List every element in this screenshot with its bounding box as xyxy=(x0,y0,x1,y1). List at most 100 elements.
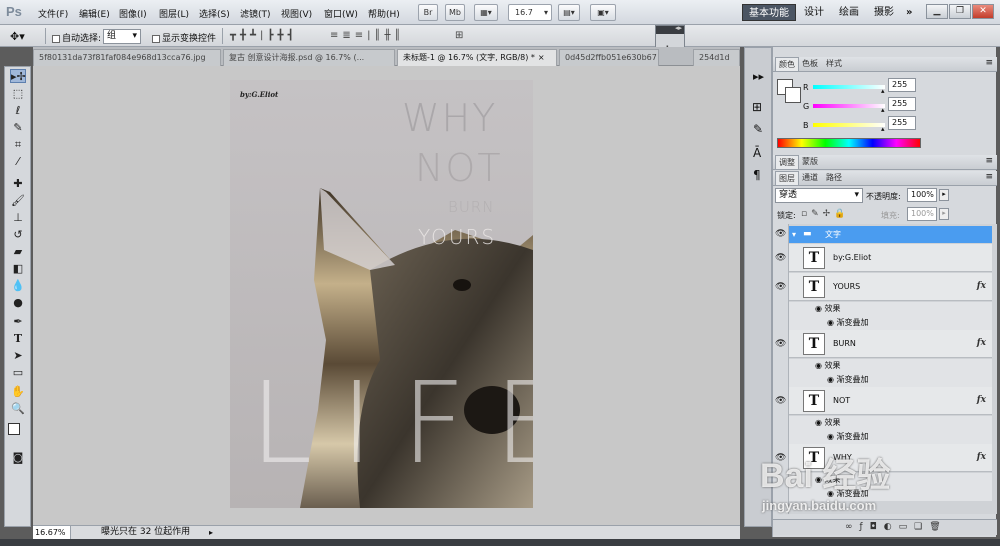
fill-dropdown-icon[interactable]: ▸ xyxy=(939,208,949,220)
link-layers-icon[interactable]: ∞ xyxy=(845,522,860,532)
screen-mode-button[interactable]: ▣▾ xyxy=(590,4,616,21)
close-button[interactable]: ✕ xyxy=(972,4,994,19)
path-select-tool-icon[interactable]: ➤ xyxy=(10,349,26,363)
gradient-tool-icon[interactable]: ◧ xyxy=(10,262,26,276)
blend-mode-select[interactable]: 穿透 ▾ xyxy=(775,188,863,203)
menu-view[interactable]: 视图(V) xyxy=(281,7,312,20)
menu-help[interactable]: 帮助(H) xyxy=(368,7,400,20)
green-value-input[interactable]: 255 xyxy=(888,97,916,111)
menu-edit[interactable]: 编辑(E) xyxy=(79,7,110,20)
eye-icon[interactable]: 👁 xyxy=(775,253,786,263)
slider-handle-icon[interactable]: ▴ xyxy=(881,106,885,114)
layer-row[interactable]: T NOT fx xyxy=(789,387,992,415)
actions-panel-icon[interactable]: ⊞ xyxy=(752,100,762,114)
fx-icon[interactable]: fx xyxy=(977,338,986,348)
shape-tool-icon[interactable]: ▭ xyxy=(10,366,26,380)
brush-tool-icon[interactable]: 🖌 xyxy=(10,194,26,208)
slider-handle-icon[interactable]: ▴ xyxy=(881,125,885,133)
healing-brush-tool-icon[interactable]: ✚ xyxy=(10,177,26,191)
tab-color[interactable]: 颜色 xyxy=(775,57,799,71)
auto-align-layers-icon[interactable]: ⊞ xyxy=(455,30,463,41)
status-menu-arrow-icon[interactable]: ▸ xyxy=(209,526,213,539)
auto-select-target-select[interactable]: 组 ▾ xyxy=(103,29,141,44)
slider-handle-icon[interactable]: ▴ xyxy=(881,87,885,95)
distribute-buttons-group[interactable]: ≡≣≡|║╫║ xyxy=(330,30,405,41)
trash-icon[interactable]: 🗑 xyxy=(929,522,947,532)
marquee-tool-icon[interactable]: ⬚ xyxy=(10,87,26,101)
history-panel-icon[interactable]: ▸▸ xyxy=(753,70,764,83)
tab-document-active[interactable]: 未标题-1 @ 16.7% (文字, RGB/8) * × xyxy=(397,49,557,66)
eye-icon[interactable]: ◉ xyxy=(827,489,837,498)
lock-icons-group[interactable]: ▫✎✢🔒 xyxy=(801,209,849,219)
tab-document-5[interactable]: 254d1d xyxy=(693,49,740,66)
quick-select-tool-icon[interactable]: ✎ xyxy=(10,121,26,135)
eye-icon[interactable]: ◉ xyxy=(815,418,825,427)
layer-row[interactable]: T WHY fx xyxy=(789,444,992,472)
clone-stamp-tool-icon[interactable]: ⊥ xyxy=(10,211,26,225)
paragraph-panel-icon[interactable]: ¶ xyxy=(753,168,761,182)
align-buttons-group[interactable]: ┳╋┻|┣╋┫ xyxy=(230,30,298,41)
menu-filter[interactable]: 滤镜(T) xyxy=(240,7,271,20)
workspace-painting[interactable]: 绘画 xyxy=(833,4,865,21)
tab-swatches[interactable]: 色板 xyxy=(799,57,821,71)
auto-select-checkbox[interactable]: 自动选择: xyxy=(52,31,101,44)
color-spectrum-ramp[interactable] xyxy=(777,138,921,148)
tab-document-1[interactable]: 5f80131da73f81faf084e968d13cca76.jpg xyxy=(33,49,221,66)
fx-icon[interactable]: fx xyxy=(977,281,986,291)
tab-masks[interactable]: 蒙版 xyxy=(799,155,821,169)
eye-icon[interactable]: 👁 xyxy=(775,229,786,239)
red-slider[interactable] xyxy=(813,85,885,89)
blue-value-input[interactable]: 255 xyxy=(888,116,916,130)
effects-row[interactable]: ◉ 效果 xyxy=(789,359,992,373)
tab-layers[interactable]: 图层 xyxy=(775,171,799,185)
bridge-button[interactable]: Br xyxy=(418,4,438,21)
mini-bridge-button[interactable]: Mb xyxy=(445,4,465,21)
tab-channels[interactable]: 通道 xyxy=(799,171,821,185)
tab-paths[interactable]: 路径 xyxy=(823,171,845,185)
layer-group-row[interactable]: ▾ ▬ 文字 xyxy=(789,226,992,243)
menu-window[interactable]: 窗口(W) xyxy=(324,7,358,20)
workspace-design[interactable]: 设计 xyxy=(798,4,830,21)
color-background-swatch[interactable] xyxy=(785,87,801,103)
red-value-input[interactable]: 255 xyxy=(888,78,916,92)
lasso-tool-icon[interactable]: ℓ xyxy=(10,104,26,118)
eye-icon[interactable]: ◉ xyxy=(815,304,825,313)
character-panel-icon[interactable]: Ā xyxy=(753,146,761,160)
close-tab-icon[interactable]: × xyxy=(538,53,545,62)
fill-input[interactable]: 100% xyxy=(907,207,937,221)
eye-icon[interactable]: 👁 xyxy=(775,339,786,349)
eraser-tool-icon[interactable]: ▰ xyxy=(10,245,26,259)
new-group-icon[interactable]: ▭ xyxy=(899,522,915,532)
hand-tool-icon[interactable]: ✋ xyxy=(10,385,26,399)
add-mask-icon[interactable]: ◘ xyxy=(870,522,884,532)
gradient-overlay-row[interactable]: ◉ 渐变叠加 xyxy=(789,430,992,444)
blur-tool-icon[interactable]: 💧 xyxy=(10,279,26,293)
panel-menu-icon[interactable]: ≡ xyxy=(985,156,993,166)
menu-file[interactable]: 文件(F) xyxy=(38,7,68,20)
move-tool-preset-icon[interactable]: ✥▾ xyxy=(10,30,25,43)
quick-mask-icon[interactable]: ◙ xyxy=(10,451,26,465)
tab-styles[interactable]: 样式 xyxy=(823,57,845,71)
restore-button[interactable]: ❐ xyxy=(949,4,971,19)
crop-tool-icon[interactable]: ⌗ xyxy=(10,138,26,152)
menu-image[interactable]: 图像(I) xyxy=(119,7,147,20)
adjustment-layer-icon[interactable]: ◐ xyxy=(884,522,899,532)
pen-tool-icon[interactable]: ✒ xyxy=(10,315,26,329)
tab-document-2[interactable]: 复古 创意设计海报.psd @ 16.7% (... xyxy=(223,49,395,66)
layer-row[interactable]: T BURN fx xyxy=(789,330,992,358)
workspace-essentials[interactable]: 基本功能 xyxy=(742,4,796,21)
eye-icon[interactable]: ◉ xyxy=(827,318,837,327)
eye-icon[interactable]: ◉ xyxy=(827,375,837,384)
fx-icon[interactable]: fx xyxy=(977,452,986,462)
effects-row[interactable]: ◉ 效果 xyxy=(789,302,992,316)
tab-adjustments[interactable]: 调整 xyxy=(775,155,799,169)
brush-panel-icon[interactable]: ✎ xyxy=(753,122,763,136)
opacity-dropdown-icon[interactable]: ▸ xyxy=(939,189,949,201)
poster-canvas[interactable]: by:G.Eliot WHY NOT BURN YOURS LIFE xyxy=(230,80,533,508)
new-layer-icon[interactable]: ❑ xyxy=(914,522,929,532)
blue-slider[interactable] xyxy=(813,123,885,127)
panel-menu-icon[interactable]: ≡ xyxy=(985,58,993,68)
arrange-documents-button[interactable]: ▤▾ xyxy=(558,4,580,21)
fx-icon[interactable]: ƒ xyxy=(860,522,870,532)
effects-row[interactable]: ◉ 效果 xyxy=(789,416,992,430)
